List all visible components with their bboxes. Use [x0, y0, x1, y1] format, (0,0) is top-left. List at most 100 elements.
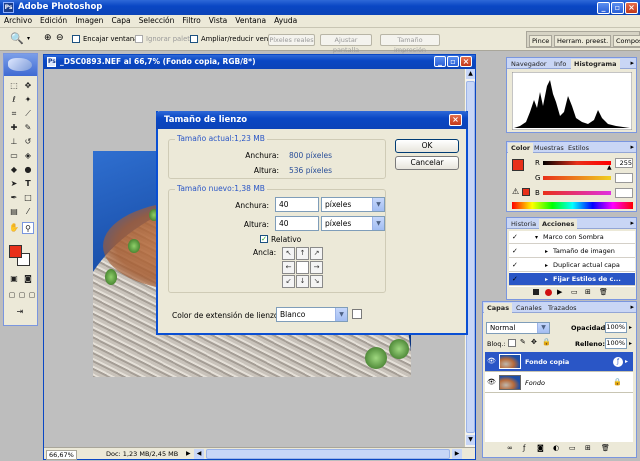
pixeles-reales-button[interactable]: Píxeles reales — [268, 34, 315, 46]
tamano-impresion-button[interactable]: Tamaño impresión — [380, 34, 440, 54]
crop-tool-icon[interactable]: ⌗ — [8, 108, 20, 120]
menu-archivo[interactable]: Archivo — [0, 15, 36, 27]
collapse-icon[interactable]: ▸ — [545, 259, 548, 272]
checkmark-icon[interactable]: ✓ — [512, 273, 518, 286]
collapse-icon[interactable]: ▸ — [545, 273, 548, 286]
layer-row[interactable]: 👁 Fondo copia ƒ ▸ — [485, 352, 633, 372]
value-g[interactable] — [615, 173, 633, 183]
lock-all-icon[interactable]: 🔒 — [542, 338, 551, 346]
anchor-s-icon[interactable]: ↓ — [296, 275, 309, 288]
anchor-w-icon[interactable]: ← — [282, 261, 295, 274]
ignorar-checkbox[interactable] — [135, 35, 143, 43]
layer-mask-icon[interactable]: ◙ — [537, 444, 544, 452]
out-of-gamut-swatch[interactable] — [522, 188, 530, 196]
checkmark-icon[interactable]: ✓ — [512, 259, 518, 272]
menu-ventana[interactable]: Ventana — [231, 15, 270, 27]
menu-vista[interactable]: Vista — [205, 15, 232, 27]
tab-canales[interactable]: Canales — [513, 303, 545, 313]
slider-g[interactable] — [543, 176, 611, 180]
tab-navegador[interactable]: Navegador — [508, 59, 550, 69]
value-r[interactable]: 255 — [615, 158, 633, 168]
horizontal-scroll-right-icon[interactable]: ▶ — [452, 449, 462, 459]
move-tool-icon[interactable]: ✥ — [22, 80, 34, 92]
fill-arrow-icon[interactable]: ▸ — [629, 340, 632, 347]
panel-menu-icon[interactable]: ▸ — [630, 59, 634, 67]
chevron-down-icon[interactable]: ▼ — [372, 217, 384, 230]
ajustar-pantalla-button[interactable]: Ajustar pantalla — [320, 34, 372, 54]
marquee-tool-icon[interactable]: ⬚ — [8, 80, 20, 92]
close-button[interactable]: × — [625, 2, 638, 14]
tab-acciones[interactable]: Acciones — [539, 219, 578, 229]
fill-input[interactable]: 100% — [605, 338, 627, 349]
tab-histograma[interactable]: Histograma — [571, 59, 620, 69]
anchor-sw-icon[interactable]: ↙ — [282, 275, 295, 288]
well-tab-compos[interactable]: Compos — [613, 35, 640, 47]
ok-button[interactable]: OK — [395, 139, 459, 153]
chevron-down-icon[interactable]: ▼ — [537, 323, 549, 333]
new-height-input[interactable]: 40 — [275, 216, 319, 231]
pen-tool-icon[interactable]: ✒ — [8, 192, 20, 204]
panel-menu-icon[interactable]: ▸ — [630, 143, 634, 151]
panel-menu-icon[interactable]: ▸ — [630, 219, 634, 227]
menu-imagen[interactable]: Imagen — [71, 15, 107, 27]
tab-trazados[interactable]: Trazados — [545, 303, 580, 313]
zoom-out-icon[interactable]: ⊖ — [56, 33, 64, 43]
anchor-nw-icon[interactable]: ↖ — [282, 247, 295, 260]
tab-muestras[interactable]: Muestras — [531, 143, 567, 153]
maximize-button[interactable]: ▫ — [611, 2, 624, 14]
zoom-tool-icon[interactable]: 🔍 — [10, 32, 24, 45]
relative-checkbox[interactable]: ✓ — [260, 235, 268, 243]
anchor-ne-icon[interactable]: ↗ — [310, 247, 323, 260]
checkmark-icon[interactable]: ✓ — [512, 245, 518, 258]
tab-estilos[interactable]: Estilos — [565, 143, 592, 153]
collapse-icon[interactable]: ▸ — [545, 245, 548, 258]
list-item[interactable]: ✓ ▸ Fijar Estilos de c... — [509, 273, 635, 286]
eyedropper-tool-icon[interactable]: ⁄ — [22, 206, 34, 218]
value-b[interactable] — [615, 188, 633, 198]
type-tool-icon[interactable]: T — [22, 178, 34, 190]
menu-seleccion[interactable]: Selección — [135, 15, 179, 27]
quick-mask-icon[interactable]: ◙ — [22, 273, 34, 285]
panel-menu-icon[interactable]: ▸ — [630, 303, 634, 311]
menu-edicion[interactable]: Edición — [36, 15, 71, 27]
ampliar-checkbox[interactable] — [190, 35, 198, 43]
expand-icon[interactable]: ▾ — [535, 231, 538, 244]
height-unit-select[interactable]: píxeles ▼ — [321, 216, 385, 231]
new-set-icon[interactable]: ▭ — [571, 288, 578, 296]
zoom-in-icon[interactable]: ⊕ — [44, 33, 52, 43]
path-selection-tool-icon[interactable]: ➤ — [8, 178, 20, 190]
dialog-close-button[interactable]: × — [449, 114, 462, 126]
lock-brush-icon[interactable]: ✎ — [520, 338, 526, 346]
well-tab-herram[interactable]: Herram. preest. — [554, 35, 612, 47]
tab-color[interactable]: Color — [508, 143, 534, 153]
eye-icon[interactable]: 👁 — [487, 357, 496, 365]
new-width-input[interactable]: 40 — [275, 197, 319, 212]
notes-tool-icon[interactable]: ▤ — [8, 206, 20, 218]
history-brush-tool-icon[interactable]: ↺ — [22, 136, 34, 148]
layer-arrow-icon[interactable]: ▸ — [625, 358, 628, 365]
ext-color-swatch[interactable] — [352, 309, 362, 319]
layer-row[interactable]: 👁 Fondo 🔒 — [485, 373, 633, 393]
horizontal-scroll-thumb[interactable] — [206, 449, 450, 459]
list-item[interactable]: ✓ ▸ Duplicar actual capa — [509, 259, 635, 272]
opacity-arrow-icon[interactable]: ▸ — [629, 324, 632, 331]
zoom-level[interactable]: 66,67% — [46, 450, 77, 460]
eraser-tool-icon[interactable]: ▭ — [8, 150, 20, 162]
brush-tool-icon[interactable]: ✎ — [22, 122, 34, 134]
blend-mode-select[interactable]: Normal ▼ — [486, 322, 550, 334]
paint-bucket-tool-icon[interactable]: ◈ — [22, 150, 34, 162]
dodge-tool-icon[interactable]: ● — [22, 164, 34, 176]
adjustment-layer-icon[interactable]: ◐ — [553, 444, 559, 452]
anchor-n-icon[interactable]: ↑ — [296, 247, 309, 260]
foreground-color-swatch[interactable] — [9, 245, 22, 258]
lasso-tool-icon[interactable]: ℓ — [8, 94, 20, 106]
anchor-e-icon[interactable]: → — [310, 261, 323, 274]
anchor-center[interactable] — [296, 261, 309, 274]
hand-tool-icon[interactable]: ✋ — [8, 222, 20, 234]
color-fg-swatch[interactable] — [512, 159, 524, 171]
horizontal-scroll-left-icon[interactable]: ◀ — [194, 449, 204, 459]
menu-capa[interactable]: Capa — [107, 15, 134, 27]
delete-layer-icon[interactable]: 🗑 — [601, 444, 610, 452]
doc-maximize-button[interactable]: ▫ — [447, 56, 459, 67]
minimize-button[interactable]: _ — [597, 2, 610, 14]
